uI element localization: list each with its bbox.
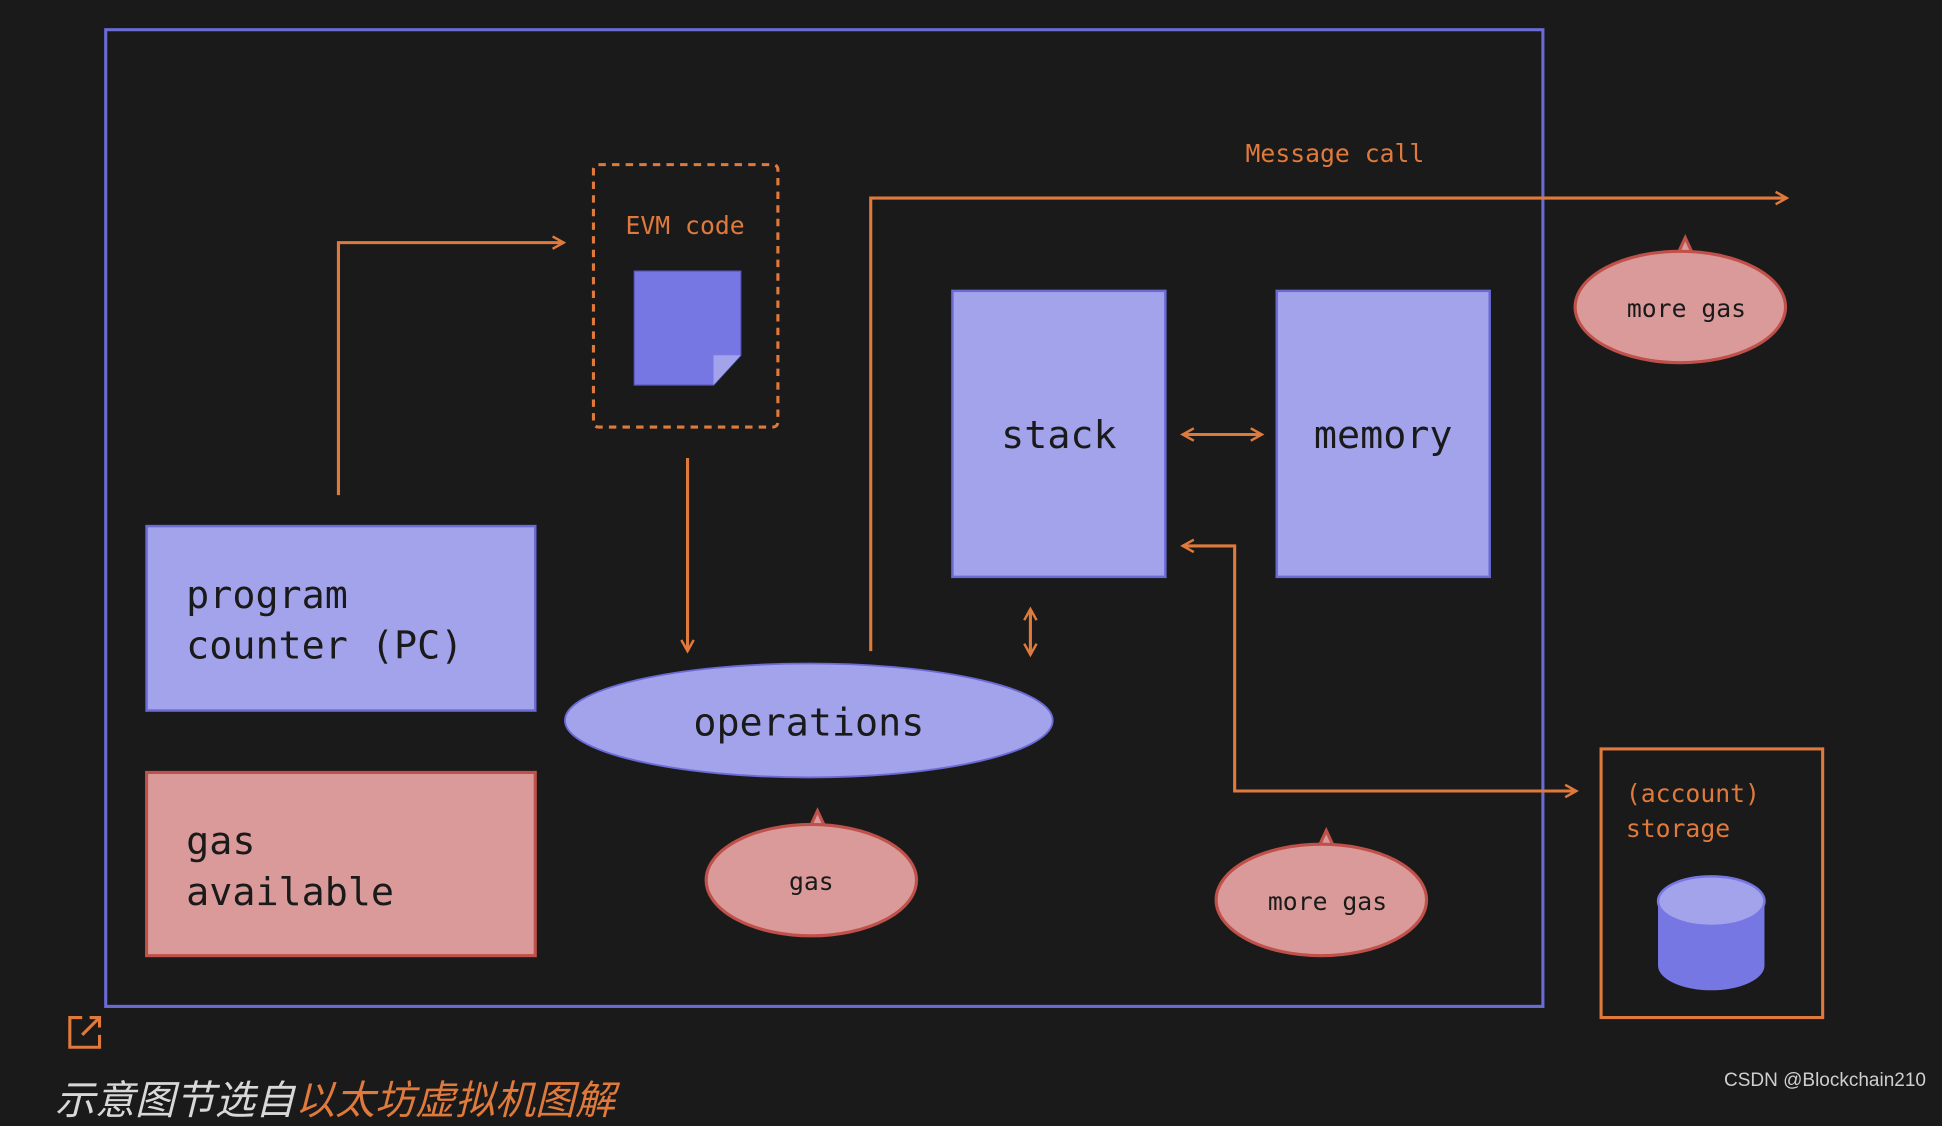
gas-label: gas — [789, 867, 834, 896]
stack-label: stack — [1001, 413, 1116, 458]
memory-label: memory — [1314, 413, 1453, 458]
gas-available-line2: available — [186, 870, 394, 915]
more-gas-bottom-label: more gas — [1268, 887, 1387, 916]
pc-to-code-arrow — [336, 243, 563, 496]
document-icon — [633, 270, 742, 386]
more-gas-bubble-bottom: more gas — [1214, 826, 1429, 958]
pc-label-line1: program — [186, 573, 348, 618]
caption-link[interactable]: 以太坊虚拟机图解 — [295, 1078, 615, 1124]
stack-storage-arrow — [1183, 546, 1577, 791]
storage-label-line2: storage — [1626, 814, 1730, 843]
database-icon — [1656, 875, 1766, 991]
message-call-label: Message call — [1246, 139, 1425, 168]
evm-code-label: EVM code — [625, 211, 744, 240]
caption: 示意图节选自以太坊虚拟机图解 — [55, 1068, 615, 1126]
external-link-icon[interactable] — [68, 1015, 102, 1049]
program-counter-box — [145, 524, 537, 712]
pc-label-line2: counter (PC) — [186, 624, 463, 669]
more-gas-bubble-top: more gas — [1573, 233, 1788, 365]
caption-prefix: 示意图节选自 — [55, 1078, 295, 1124]
more-gas-top-label: more gas — [1627, 294, 1746, 323]
storage-label-line1: (account) — [1626, 779, 1760, 808]
gas-bubble: gas — [704, 807, 919, 938]
gas-available-line1: gas — [186, 819, 255, 864]
watermark: CSDN @Blockchain210 — [1724, 1070, 1926, 1091]
evm-diagram: EVM code Message call stack memory progr… — [68, 28, 1825, 1049]
operations-label: operations — [693, 700, 924, 745]
